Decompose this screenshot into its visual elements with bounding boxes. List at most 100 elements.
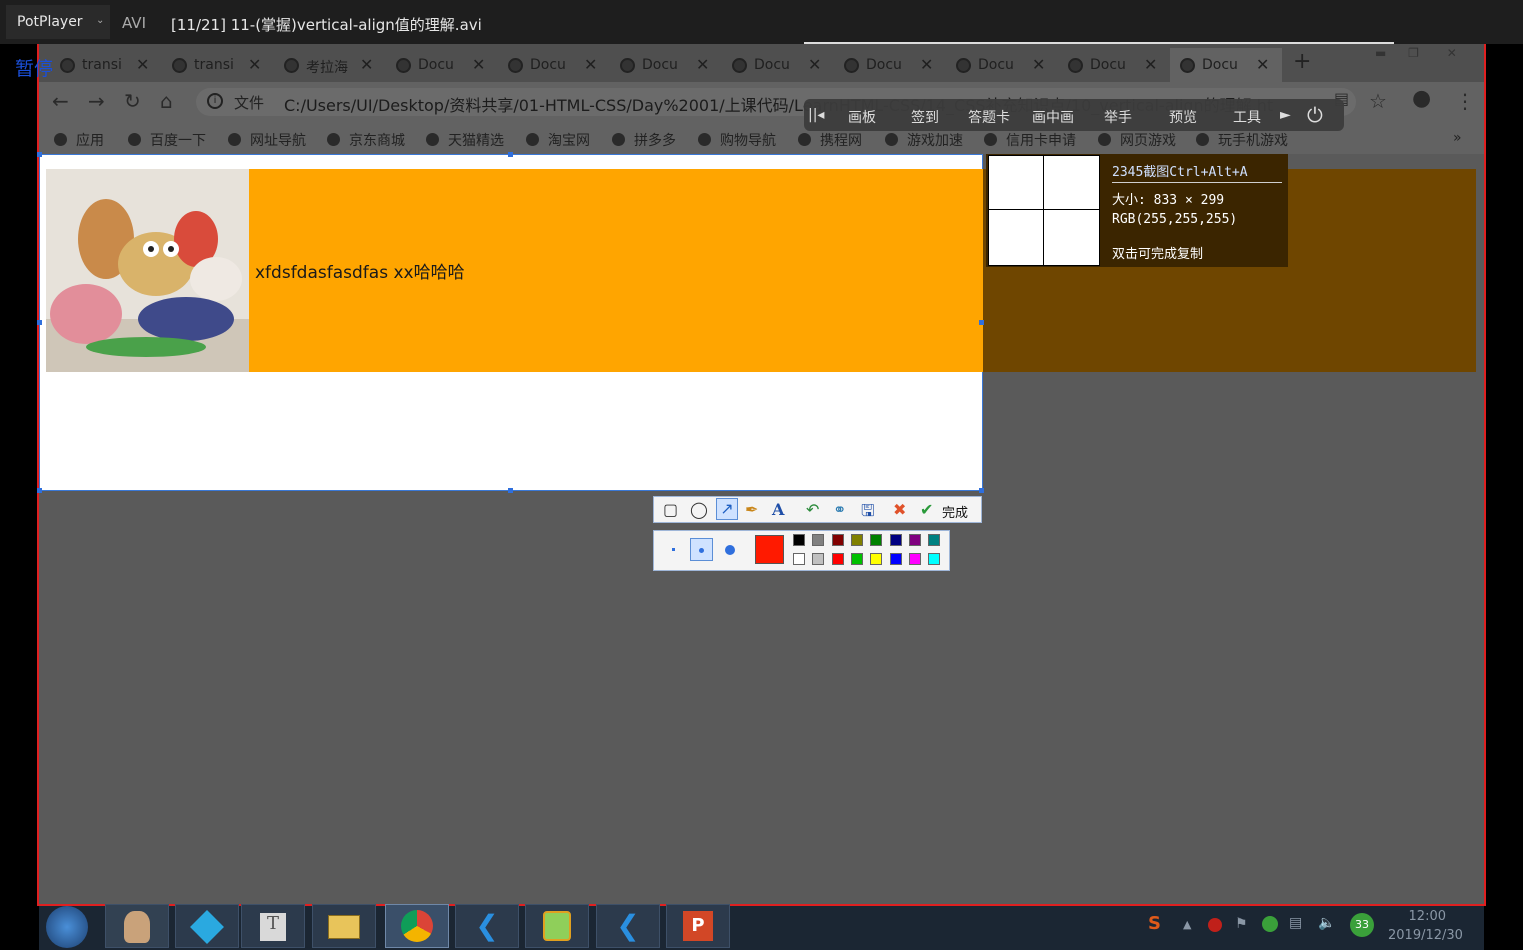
browser-tab[interactable]: Docu ✕ (1170, 48, 1282, 82)
float-panel-item[interactable]: 举手 (1104, 107, 1132, 127)
float-panel-item[interactable]: 工具 (1233, 107, 1261, 127)
color-swatch[interactable] (793, 553, 805, 565)
tab-close-icon[interactable]: ✕ (1144, 55, 1157, 74)
tab-close-icon[interactable]: ✕ (1032, 55, 1045, 74)
bookmark-item[interactable]: 携程网 (798, 130, 862, 150)
browser-tab[interactable]: 考拉海 ✕ (274, 48, 386, 82)
bookmark-item[interactable]: 信用卡申请 (984, 130, 1076, 150)
volume-icon[interactable]: 🔈 (1318, 915, 1335, 931)
text-tool-icon[interactable]: A (772, 500, 784, 519)
resize-handle[interactable] (979, 488, 984, 493)
info-icon[interactable]: i (207, 93, 223, 109)
tray-app-icon[interactable] (1208, 918, 1222, 932)
home-icon[interactable]: ⌂ (160, 89, 173, 113)
bookmark-item[interactable]: 百度一下 (128, 130, 206, 150)
pen-size-small[interactable] (672, 548, 675, 551)
bookmark-item[interactable]: 网址导航 (228, 130, 306, 150)
input-method-icon[interactable]: S (1148, 913, 1161, 934)
color-swatch[interactable] (812, 553, 825, 565)
taskbar-app-notepad[interactable] (525, 904, 589, 948)
color-swatch[interactable] (870, 553, 883, 565)
potplayer-menu-button[interactable]: PotPlayer ⌄ (6, 5, 110, 39)
done-check-icon[interactable]: ✔ (920, 500, 933, 519)
browser-tab[interactable]: transi ✕ (162, 48, 274, 82)
taskbar-app-chrome[interactable] (385, 904, 449, 948)
menu-dots-icon[interactable]: ⋮ (1455, 89, 1475, 113)
color-swatch[interactable] (889, 534, 902, 546)
share-icon[interactable]: ⚭ (833, 500, 846, 519)
security-icon[interactable] (1262, 916, 1278, 932)
bookmark-item[interactable]: 京东商城 (327, 130, 405, 150)
tab-close-icon[interactable]: ✕ (360, 55, 373, 74)
taskbar-app-player[interactable] (175, 904, 239, 948)
color-swatch[interactable] (928, 553, 941, 565)
browser-tab[interactable]: Docu ✕ (386, 48, 498, 82)
color-swatch[interactable] (908, 534, 921, 546)
power-icon[interactable]: ⏻ (1307, 103, 1323, 127)
float-panel-item[interactable]: 签到 (911, 107, 939, 127)
taskbar-app-explorer[interactable] (312, 904, 376, 948)
close-icon[interactable]: ✕ (1447, 46, 1457, 60)
bookmark-item[interactable]: 玩手机游戏 (1196, 130, 1288, 150)
clock-date[interactable]: 2019/12/30 (1388, 928, 1463, 943)
tab-close-icon[interactable]: ✕ (248, 55, 261, 74)
browser-tab[interactable]: Docu ✕ (722, 48, 834, 82)
restore-icon[interactable]: ❐ (1408, 46, 1419, 60)
star-icon[interactable]: ☆ (1369, 89, 1387, 113)
tray-badge[interactable]: 33 (1350, 913, 1374, 937)
taskbar-app-avatar[interactable] (105, 904, 169, 948)
bookmark-item[interactable]: 应用 (54, 130, 104, 150)
pen-size-medium[interactable] (690, 538, 713, 561)
minimize-icon[interactable]: ▬ (1375, 46, 1386, 60)
float-panel-item[interactable]: 答题卡 (968, 107, 1010, 127)
more-bookmarks-button[interactable]: » (1453, 130, 1462, 146)
pen-size-large[interactable] (725, 545, 735, 555)
resize-handle[interactable] (37, 320, 42, 325)
current-color-swatch[interactable] (755, 535, 784, 564)
done-button[interactable]: 完成 (942, 502, 968, 521)
taskbar-app-vscode-2[interactable]: ❮ (596, 904, 660, 948)
resize-handle[interactable] (508, 488, 513, 493)
browser-tab[interactable]: transi ✕ (50, 48, 162, 82)
bookmark-item[interactable]: 淘宝网 (526, 130, 590, 150)
tab-close-icon[interactable]: ✕ (136, 55, 149, 74)
arrow-tool-icon[interactable]: ↗ (716, 498, 738, 520)
new-tab-button[interactable]: + (1293, 49, 1311, 74)
color-swatch[interactable] (889, 553, 902, 565)
color-swatch[interactable] (831, 553, 844, 565)
browser-tab[interactable]: Docu ✕ (834, 48, 946, 82)
window-controls[interactable]: ▬ ❐ ✕ (1375, 46, 1457, 60)
cancel-icon[interactable]: ✖ (893, 500, 906, 519)
float-panel-item[interactable]: 预览 (1169, 107, 1197, 127)
back-icon[interactable]: ← (52, 89, 69, 113)
bookmark-item[interactable]: 购物导航 (698, 130, 776, 150)
tray-expand-icon[interactable]: ▲ (1183, 918, 1191, 931)
float-panel-item[interactable]: 画板 (848, 107, 876, 127)
browser-tab[interactable]: Docu ✕ (946, 48, 1058, 82)
resize-handle[interactable] (37, 152, 42, 157)
tab-close-icon[interactable]: ✕ (1256, 55, 1269, 74)
taskbar-app-vscode[interactable]: ❮ (455, 904, 519, 948)
tab-close-icon[interactable]: ✕ (920, 55, 933, 74)
taskbar-app-text-editor[interactable]: T (241, 904, 305, 948)
start-button[interactable] (46, 906, 88, 948)
resize-handle[interactable] (508, 152, 513, 157)
tab-close-icon[interactable]: ✕ (696, 55, 709, 74)
bookmark-item[interactable]: 天猫精选 (426, 130, 504, 150)
flag-icon[interactable]: ⚑ (1235, 916, 1248, 932)
undo-icon[interactable]: ↶ (806, 500, 819, 519)
color-swatch[interactable] (831, 534, 844, 546)
color-swatch[interactable] (928, 534, 941, 546)
color-swatch[interactable] (850, 553, 863, 565)
reload-icon[interactable]: ↻ (124, 89, 141, 113)
color-swatch[interactable] (850, 534, 863, 546)
network-icon[interactable]: ▤ (1289, 915, 1302, 931)
color-swatch[interactable] (870, 534, 883, 546)
browser-tab[interactable]: Docu ✕ (610, 48, 722, 82)
browser-tab[interactable]: Docu ✕ (1058, 48, 1170, 82)
resize-handle[interactable] (979, 320, 984, 325)
arrow-right-icon[interactable]: ► (1280, 107, 1291, 123)
tab-close-icon[interactable]: ✕ (472, 55, 485, 74)
resize-handle[interactable] (37, 488, 42, 493)
bookmark-item[interactable]: 拼多多 (612, 130, 676, 150)
